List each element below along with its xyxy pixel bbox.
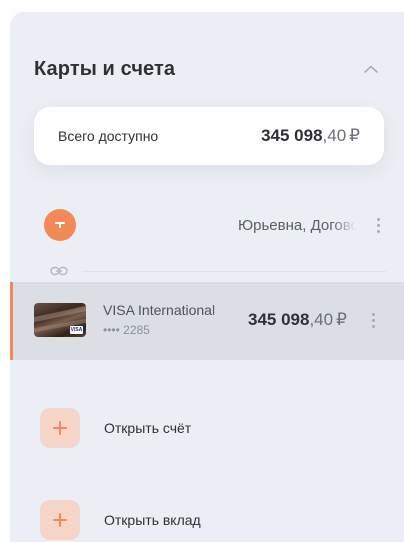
kebab-dot xyxy=(376,223,380,227)
contract-glyph-stem xyxy=(59,224,61,228)
total-amount-integer: 345 098 xyxy=(261,126,323,145)
kebab-dot xyxy=(371,312,375,316)
link-separator xyxy=(50,264,386,278)
card-amount-integer: 345 098 xyxy=(248,310,310,329)
plus-icon xyxy=(40,408,80,448)
contract-row[interactable]: Юрьевна, Договор xyxy=(44,209,386,241)
chevron-up-icon xyxy=(364,65,378,73)
card-row[interactable]: VISA VISA International •••• 2285 345 09… xyxy=(10,282,404,360)
open-deposit-button[interactable]: Открыть вклад xyxy=(40,500,201,540)
total-amount-fraction: ,40 xyxy=(322,126,347,145)
card-text: VISA International •••• 2285 xyxy=(103,302,231,337)
total-available-amount: 345 098,40 ₽ xyxy=(261,126,360,146)
total-amount-currency: ₽ xyxy=(349,126,360,145)
card-name: VISA International xyxy=(103,302,216,318)
separator-line xyxy=(82,270,386,272)
open-account-label: Открыть счёт xyxy=(104,420,192,436)
open-deposit-label: Открыть вклад xyxy=(104,512,201,528)
collapse-button[interactable] xyxy=(360,58,382,80)
card-image: VISA xyxy=(34,303,86,337)
selected-accent xyxy=(10,282,13,360)
link-icon xyxy=(50,266,68,276)
card-number: •••• 2285 xyxy=(103,323,150,337)
section-title: Карты и счета xyxy=(34,57,176,80)
contract-name: Юрьевна, Договор xyxy=(238,216,356,234)
total-available-card: Всего доступно 345 098,40 ₽ xyxy=(34,107,384,165)
card-amount: 345 098,40 ₽ xyxy=(248,310,347,330)
kebab-dot xyxy=(376,229,380,233)
plus-icon xyxy=(40,500,80,540)
card-menu-button[interactable] xyxy=(365,310,381,330)
card-amount-currency: ₽ xyxy=(336,310,347,329)
kebab-dot xyxy=(376,217,380,221)
card-amount-fraction: ,40 xyxy=(309,310,334,329)
section-header: Карты и счета xyxy=(34,54,384,84)
kebab-dot xyxy=(371,318,375,322)
open-account-button[interactable]: Открыть счёт xyxy=(40,408,191,448)
kebab-dot xyxy=(371,324,375,328)
contract-menu-button[interactable] xyxy=(370,215,386,235)
contract-avatar-icon xyxy=(44,209,76,241)
total-available-label: Всего доступно xyxy=(58,128,159,144)
card-brand-logo: VISA xyxy=(70,326,83,334)
accounts-panel: Карты и счета Всего доступно 345 098,40 ₽… xyxy=(10,12,404,542)
